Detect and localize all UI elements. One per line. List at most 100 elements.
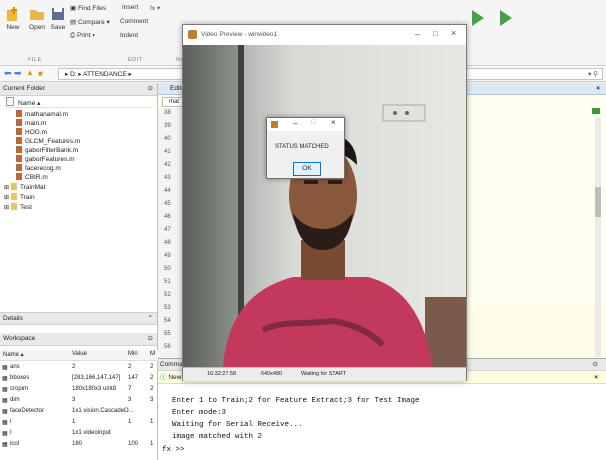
matlab-icon: [271, 121, 278, 128]
workspace-row[interactable]: ▦ dim 3 3 3: [0, 396, 158, 406]
name-column-header[interactable]: Name ▴: [6, 97, 152, 108]
panel-menu-icon[interactable]: ⊙: [593, 359, 598, 371]
dialog-message: STATUS MATCHED: [275, 144, 329, 150]
workspace-row[interactable]: ▦ icol 180 100 1: [0, 440, 158, 450]
camera-feed: [183, 45, 466, 367]
scroll-thumb[interactable]: [595, 187, 601, 217]
close-icon[interactable]: ×: [596, 83, 600, 95]
path-root[interactable]: D:: [70, 71, 77, 78]
expand-icon: ⊞: [4, 195, 10, 201]
line-number: 55: [164, 331, 171, 337]
new-button[interactable]: New: [2, 6, 24, 31]
command-output-line: Enter mode:3: [172, 409, 227, 417]
folder-item[interactable]: ⊞ Test: [4, 203, 32, 211]
folder-item[interactable]: ⊞ Train: [4, 193, 35, 201]
run-icons[interactable]: [470, 8, 530, 30]
variable-icon: ▦: [2, 365, 8, 371]
comment-button[interactable]: Comment: [120, 18, 148, 25]
video-title-bar[interactable]: Video Preview - winvideo1 – □ ×: [183, 25, 466, 45]
col-value[interactable]: Value: [72, 351, 87, 357]
find-files-icon: ▣: [70, 5, 77, 12]
maximize-icon[interactable]: □: [433, 29, 438, 38]
compare-icon: ▤: [70, 19, 77, 26]
ok-button[interactable]: OK: [293, 162, 321, 176]
status-time: 16:32:27.58: [207, 371, 237, 377]
m-file-icon: [16, 137, 22, 144]
folder-item[interactable]: ⊞ TrainMat: [4, 183, 45, 191]
back-arrow-icon[interactable]: ⬅: [4, 68, 12, 79]
m-file-icon: [16, 164, 22, 171]
line-number: 54: [164, 318, 171, 324]
col-name[interactable]: Name ▴: [3, 351, 24, 358]
line-number: 50: [164, 266, 171, 272]
col-max[interactable]: M: [150, 351, 155, 357]
video-preview-window: Video Preview - winvideo1 – □ × 16:32:27…: [182, 24, 467, 381]
minimize-icon[interactable]: –: [415, 29, 420, 39]
m-file-icon: [16, 146, 22, 153]
collapse-icon: ⌃: [147, 315, 153, 322]
file-item[interactable]: main.m: [16, 119, 46, 127]
compare-button[interactable]: ▤ Compare ▾: [70, 18, 110, 26]
line-number: 52: [164, 292, 171, 298]
workspace-row[interactable]: ▦ i 1 1 1: [0, 418, 158, 428]
m-file-icon: [16, 128, 22, 135]
workspace-row[interactable]: ▦ bboxes [283,166,147,147] 147 2: [0, 374, 158, 384]
variable-icon: ▦: [2, 376, 8, 382]
m-file-icon: [16, 110, 22, 117]
left-pane: Current Folder ⊙ Name ▴ mathanamal.m main…: [0, 83, 158, 460]
panel-menu-icon[interactable]: ⊙: [148, 83, 153, 95]
m-file-icon: [16, 119, 22, 126]
current-folder-title: Current Folder ⊙: [0, 83, 157, 96]
save-icon: [52, 8, 64, 20]
variable-icon: ▦: [2, 398, 8, 404]
file-item[interactable]: gaborFeatures.m: [16, 155, 75, 163]
forward-arrow-icon[interactable]: ➡: [14, 68, 22, 79]
file-item[interactable]: CBIR.m: [16, 173, 48, 181]
line-number: 48: [164, 240, 171, 246]
open-button[interactable]: Open: [26, 6, 48, 31]
file-item[interactable]: GLCM_Features.m: [16, 137, 80, 145]
indent-button[interactable]: Indent: [120, 32, 138, 39]
workspace-row[interactable]: ▦ cropim 180x180x3 uint8 7 2: [0, 385, 158, 395]
line-number: 51: [164, 279, 171, 285]
file-item[interactable]: mathanamal.m: [16, 110, 68, 118]
insert-button[interactable]: Insert: [122, 4, 138, 11]
video-status-bar: 16:32:27.58 640x480 Waiting for START: [183, 367, 466, 381]
details-header[interactable]: Details ⌃: [0, 312, 157, 325]
workspace-row[interactable]: ▦ I 1x1 videoinput: [0, 429, 158, 439]
dialog-title-bar[interactable]: – □ ×: [267, 118, 344, 131]
close-icon[interactable]: ×: [594, 372, 598, 384]
command-output-line: Waiting for Serial Receive...: [172, 421, 303, 429]
browse-folder-icon[interactable]: ■: [38, 69, 43, 78]
window-title: Video Preview - winvideo1: [201, 31, 278, 38]
checkbox-icon: [6, 97, 14, 106]
line-number: 53: [164, 305, 171, 311]
minimize-icon[interactable]: –: [293, 119, 297, 128]
matlab-icon: [188, 30, 197, 39]
file-item[interactable]: gaborFilterBank.m: [16, 146, 78, 154]
search-icon[interactable]: ▾ ⚲: [588, 69, 598, 80]
workspace-row[interactable]: ▦ ans 2 2 2: [0, 363, 158, 373]
file-item[interactable]: facerecog.m: [16, 164, 61, 172]
print-button[interactable]: ⎙ Print ▾: [70, 32, 95, 40]
save-button[interactable]: Save: [48, 6, 68, 31]
command-prompt[interactable]: fx >>: [162, 446, 185, 454]
close-icon[interactable]: ×: [331, 118, 336, 127]
col-min[interactable]: Min: [128, 351, 138, 357]
code-area[interactable]: [466, 95, 606, 305]
file-item[interactable]: HOG.m: [16, 128, 47, 136]
status-message: Waiting for START: [301, 371, 347, 377]
maximize-icon[interactable]: □: [311, 119, 315, 126]
fx-button[interactable]: fx ▾: [150, 4, 160, 12]
variable-icon: ▦: [2, 387, 8, 393]
vertical-scrollbar[interactable]: [595, 117, 601, 357]
close-icon[interactable]: ×: [451, 28, 456, 38]
find-files-button[interactable]: ▣ Find Files: [70, 4, 106, 12]
group-edit-label: EDIT: [128, 57, 143, 63]
workspace-row[interactable]: ▦ faceDetector 1x1 vision.CascadeO...: [0, 407, 158, 417]
up-folder-icon[interactable]: ▲: [26, 68, 34, 77]
variable-icon: ▦: [2, 420, 8, 426]
object-icon: ▦: [2, 409, 8, 415]
path-folder[interactable]: ATTENDANCE: [83, 71, 127, 78]
panel-menu-icon[interactable]: ⊙: [148, 333, 153, 345]
